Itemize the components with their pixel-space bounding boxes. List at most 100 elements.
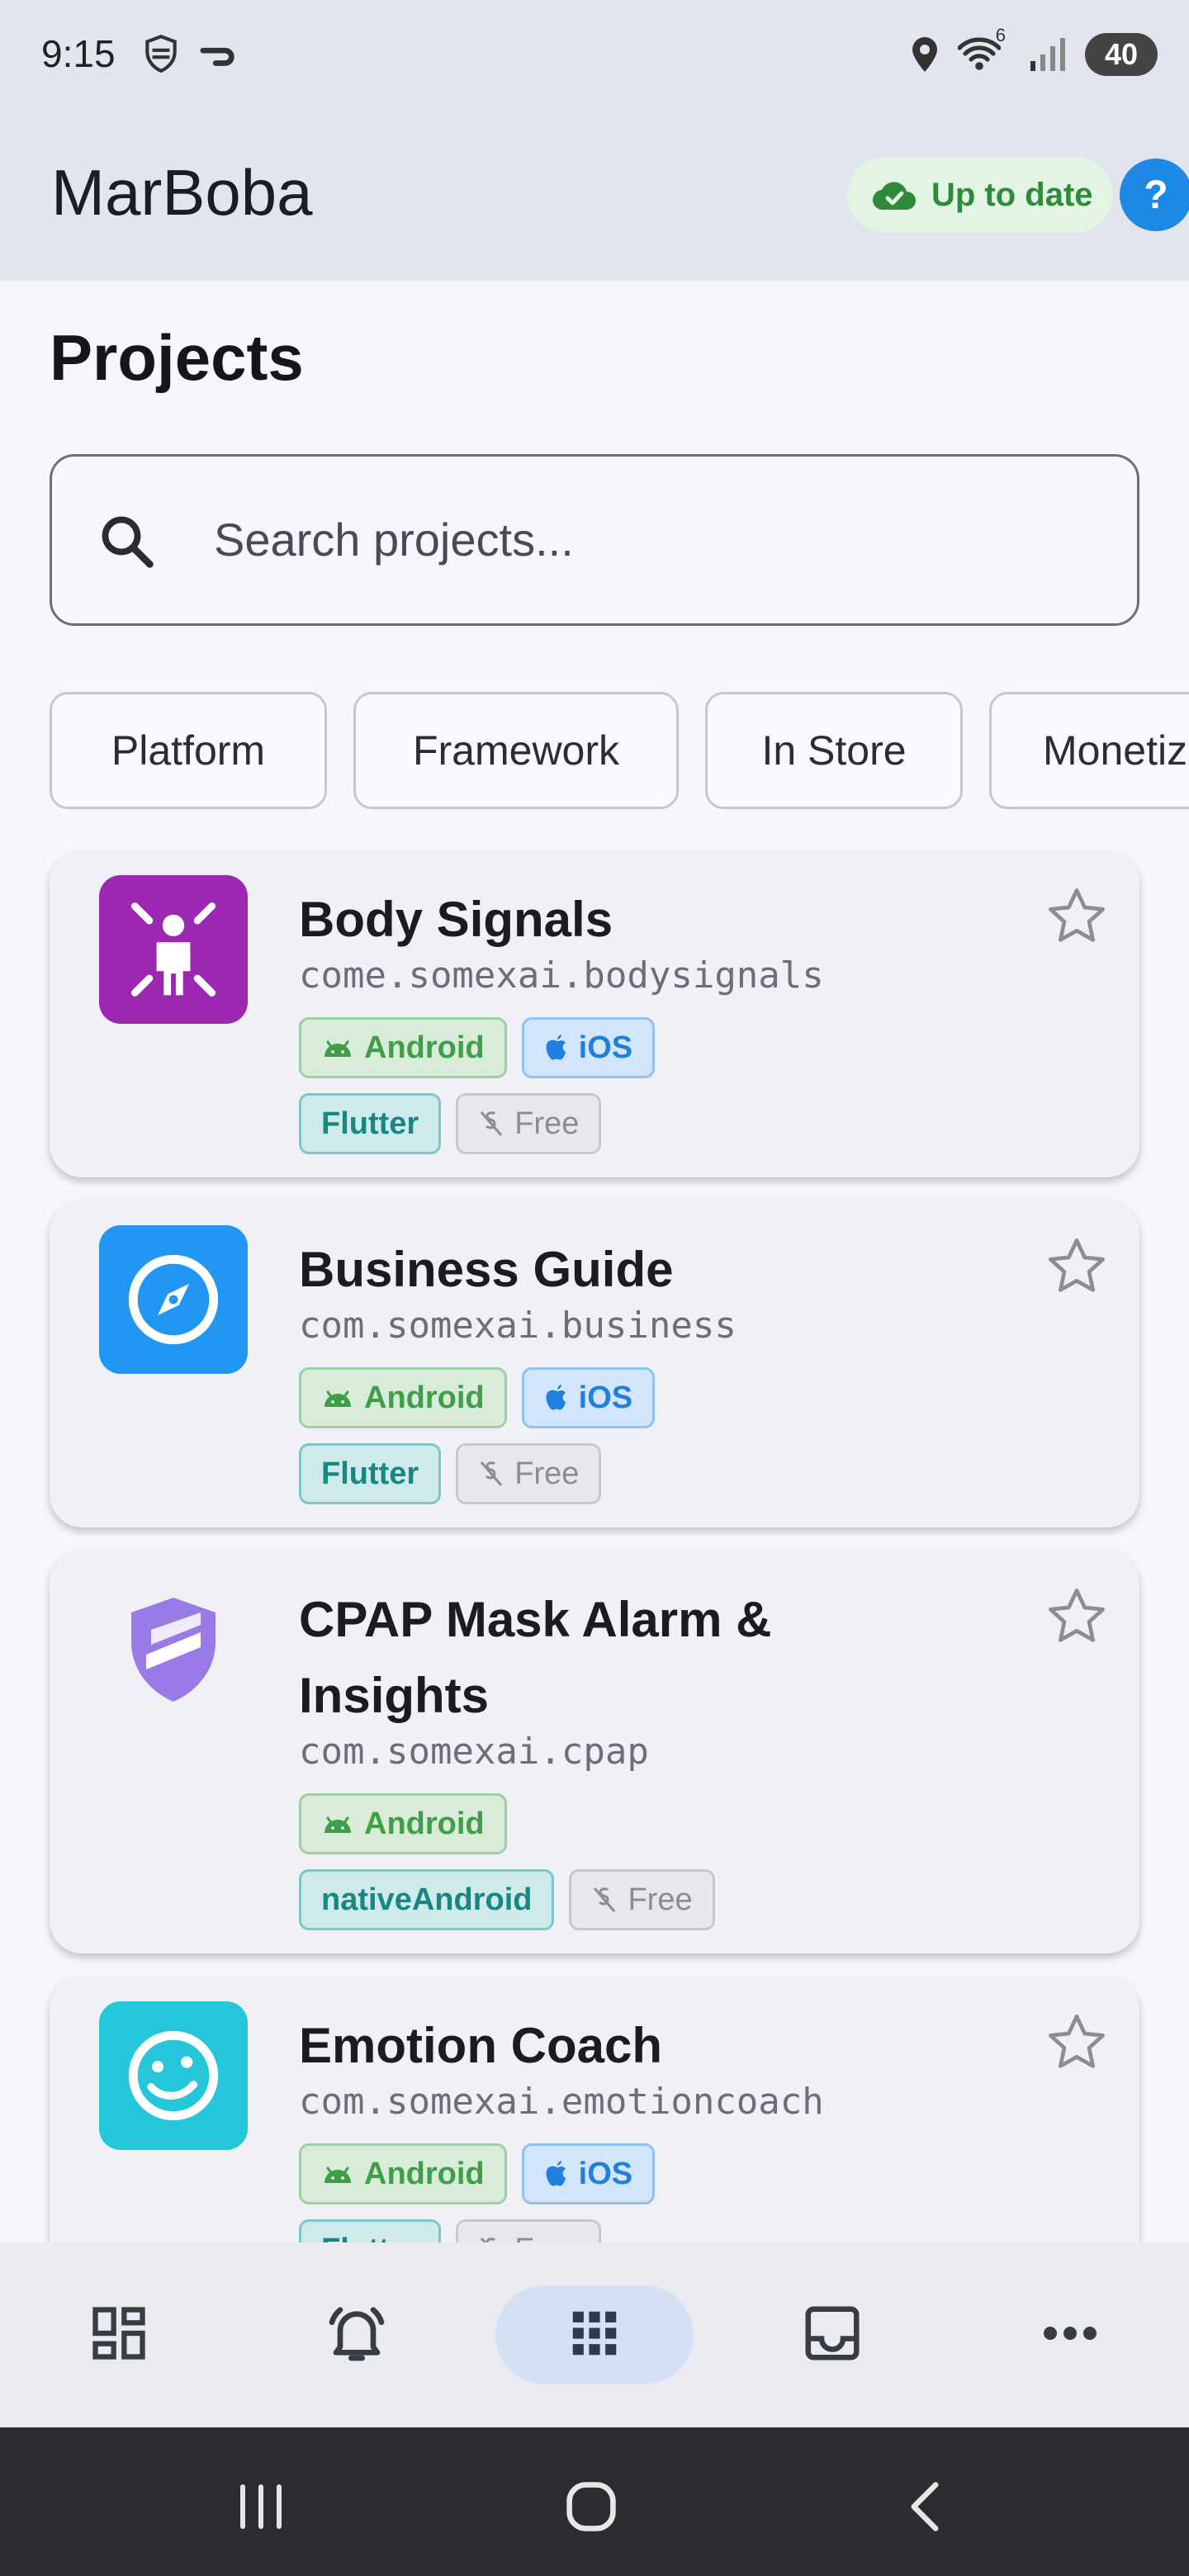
android-label: Android xyxy=(364,2156,485,2191)
project-package: com.somexai.emotioncoach xyxy=(299,2081,824,2123)
apple-icon xyxy=(546,1385,566,1410)
project-name: Business Guide xyxy=(299,1242,674,1297)
android-icon xyxy=(324,1390,351,1407)
home-button[interactable] xyxy=(550,2474,632,2540)
battery-indicator: 40 xyxy=(1085,33,1158,76)
meta-badges: Flutter Free xyxy=(299,1443,602,1504)
project-name: Emotion Coach xyxy=(299,2018,663,2073)
sync-status-chip[interactable]: Up to date xyxy=(847,157,1113,233)
no-money-icon xyxy=(481,1461,503,1486)
wifi-icon xyxy=(957,37,1001,70)
no-money-icon xyxy=(594,1887,616,1912)
monetization-label: Free xyxy=(514,1106,580,1141)
more-icon xyxy=(1044,2327,1097,2340)
android-badge: Android xyxy=(299,2143,507,2204)
project-card[interactable]: CPAP Mask Alarm & Insights com.somexai.cp… xyxy=(50,1551,1139,1953)
filter-chip-framework[interactable]: Framework xyxy=(353,692,679,809)
shield-badge-icon xyxy=(145,34,177,73)
framework-badge: Flutter xyxy=(299,1443,442,1504)
hook-icon xyxy=(200,47,234,66)
project-package: come.somexai.bodysignals xyxy=(299,954,824,997)
favorite-star-icon[interactable] xyxy=(1044,1234,1110,1300)
status-left-icons xyxy=(140,33,238,74)
framework-badge: Flutter xyxy=(299,2219,442,2242)
android-label: Android xyxy=(364,1380,485,1415)
nav-more[interactable] xyxy=(1021,2284,1120,2383)
back-icon xyxy=(911,2482,939,2531)
alarm-bell-icon xyxy=(329,2307,385,2361)
framework-badge: nativeAndroid xyxy=(299,1869,555,1930)
recent-apps-button[interactable] xyxy=(220,2474,302,2540)
android-label: Android xyxy=(364,1806,485,1841)
project-package: com.somexai.cpap xyxy=(299,1731,649,1773)
ios-badge: iOS xyxy=(521,2143,656,2204)
ios-badge: iOS xyxy=(521,1017,656,1078)
ios-label: iOS xyxy=(578,2156,633,2191)
meta-badges: Flutter Free xyxy=(299,2219,602,2243)
no-money-icon xyxy=(481,1111,503,1136)
cloud-check-icon xyxy=(872,182,916,211)
filter-chips: Platform Framework In Store Monetiz xyxy=(50,692,1189,811)
favorite-star-icon[interactable] xyxy=(1044,1584,1110,1650)
apps-grid-icon xyxy=(572,2311,617,2356)
back-button[interactable] xyxy=(883,2474,966,2540)
search-field[interactable] xyxy=(50,454,1139,626)
monetization-badge: Free xyxy=(456,1443,602,1504)
status-time: 9:15 xyxy=(41,32,116,75)
project-name: Body Signals xyxy=(299,892,613,947)
ios-badge: iOS xyxy=(521,1367,656,1428)
smiley-icon xyxy=(99,2001,248,2150)
search-input[interactable] xyxy=(214,498,1089,580)
project-name: CPAP Mask Alarm & Insights xyxy=(299,1582,1059,1734)
monetization-badge: Free xyxy=(456,1093,602,1154)
shield-icon xyxy=(99,1575,248,1724)
nav-alarms[interactable] xyxy=(307,2284,406,2383)
platform-badges: Android xyxy=(299,1793,507,1854)
help-button[interactable]: ? xyxy=(1120,159,1189,231)
project-list: Body Signals come.somexai.bodysignals An… xyxy=(0,850,1189,2242)
monetization-label: Free xyxy=(628,1882,693,1917)
monetization-badge: Free xyxy=(456,2219,602,2243)
filter-chip-platform[interactable]: Platform xyxy=(50,692,327,809)
wifi-label: 6 xyxy=(995,25,1006,45)
system-navigation-bar xyxy=(0,2427,1189,2576)
nav-inbox[interactable] xyxy=(783,2284,882,2383)
ios-label: iOS xyxy=(578,1030,633,1065)
bottom-navigation xyxy=(0,2242,1189,2427)
apple-icon xyxy=(546,1035,566,1060)
apple-icon xyxy=(546,2161,566,2186)
app-title: MarBoba xyxy=(51,156,313,229)
filter-chip-in-store[interactable]: In Store xyxy=(705,692,963,809)
location-icon xyxy=(912,37,937,72)
project-card[interactable]: Business Guide com.somexai.business Andr… xyxy=(50,1200,1139,1527)
project-card[interactable]: Emotion Coach com.somexai.emotioncoach A… xyxy=(50,1977,1139,2242)
android-icon xyxy=(324,1816,351,1833)
platform-badges: Android iOS xyxy=(299,2143,656,2204)
signal-icon xyxy=(1030,38,1065,71)
sync-status-label: Up to date xyxy=(931,176,1093,213)
inbox-icon xyxy=(805,2306,860,2361)
android-badge: Android xyxy=(299,1367,507,1428)
android-badge: Android xyxy=(299,1793,507,1854)
project-card[interactable]: Body Signals come.somexai.bodysignals An… xyxy=(50,850,1139,1177)
favorite-star-icon[interactable] xyxy=(1044,883,1110,949)
status-bar: 9:15 6 40 xyxy=(0,0,1189,116)
help-icon: ? xyxy=(1144,173,1168,217)
dashboard-icon xyxy=(92,2307,145,2360)
project-package: com.somexai.business xyxy=(299,1305,737,1347)
nav-dashboard[interactable] xyxy=(69,2284,168,2383)
status-right-icons: 6 40 xyxy=(910,25,1158,76)
filter-chip-monetization[interactable]: Monetiz xyxy=(989,692,1189,809)
favorite-star-icon[interactable] xyxy=(1044,2010,1110,2076)
monetization-label: Free xyxy=(514,2233,579,2243)
meta-badges: nativeAndroid Free xyxy=(299,1869,715,1930)
project-name-line1: CPAP Mask Alarm & xyxy=(299,1592,772,1647)
monetization-badge: Free xyxy=(569,1869,715,1930)
compass-icon xyxy=(99,1225,248,1374)
meta-badges: Flutter Free xyxy=(299,1093,602,1154)
android-icon xyxy=(324,2166,351,2183)
android-label: Android xyxy=(364,1030,485,1065)
android-badge: Android xyxy=(299,1017,507,1078)
monetization-label: Free xyxy=(514,1456,580,1491)
nav-projects[interactable] xyxy=(545,2284,644,2383)
